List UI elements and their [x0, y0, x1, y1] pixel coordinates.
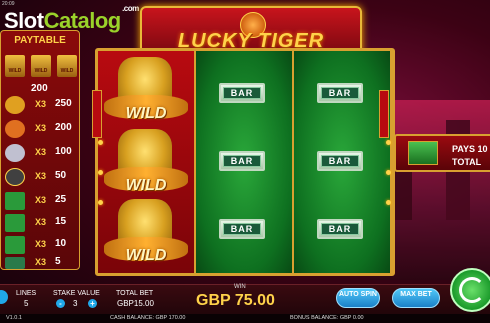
paytable-value: 10 [55, 238, 67, 249]
right-banner-post [379, 90, 389, 138]
lines-value: 5 [24, 299, 29, 308]
bar-label: BAR [321, 155, 359, 167]
stake-minus-button[interactable]: - [56, 299, 65, 308]
paytable-value: 250 [55, 98, 72, 109]
pays-text: PAYS 10 TOTAL [452, 143, 488, 169]
paytable-row: X3 50 [3, 167, 79, 187]
lines-label: LINES [16, 290, 37, 297]
lamp-icon [386, 140, 391, 145]
bar-symbol: BAR [317, 83, 363, 103]
lamp-icon [386, 170, 391, 175]
left-banner-post [92, 90, 102, 138]
paytable-multiplier: X3 [35, 123, 47, 133]
paytable-title: PAYTABLE [14, 35, 66, 46]
bar-label: BAR [321, 87, 359, 99]
cash-balance: CASH BALANCE: GBP 170.00 [110, 315, 186, 321]
max-bet-button[interactable]: MAX BET [392, 288, 440, 308]
bar-symbol: BAR [317, 219, 363, 239]
wild-label: WILD [125, 247, 167, 264]
tiger-icon [5, 120, 25, 138]
paytable-row: X3 15 [3, 213, 79, 233]
total-bet-label: TOTAL BET [116, 290, 154, 297]
win-info-panel: PAYS 10 TOTAL [394, 134, 490, 172]
wild-symbol: WILD [100, 197, 192, 269]
wild-symbol: WILD [100, 127, 192, 199]
bar-icon [5, 257, 25, 269]
lamp-icon [98, 140, 103, 145]
bar-label: BAR [223, 87, 261, 99]
footer: V1.0.1 CASH BALANCE: GBP 170.00 BONUS BA… [0, 314, 490, 323]
paytable-multiplier: X3 [35, 171, 47, 181]
paytable-value: 100 [55, 146, 72, 157]
bar-label: BAR [223, 155, 261, 167]
stake-label: STAKE VALUE [53, 290, 100, 297]
white-tiger-icon [5, 144, 25, 162]
version-label: V1.0.1 [6, 315, 22, 321]
cash-icon [5, 192, 25, 210]
paytable-row: X3 10 [3, 235, 79, 255]
pays-line1: PAYS 10 [452, 144, 488, 154]
spin-button[interactable] [450, 268, 490, 312]
bar-symbol: BAR [219, 83, 265, 103]
win-value: GBP 75.00 [196, 292, 275, 309]
coin-icon [5, 168, 25, 186]
lamp-icon [98, 200, 103, 205]
bar-label: BAR [223, 223, 261, 235]
paytable-multiplier: X3 [35, 217, 47, 227]
lamp-icon [386, 200, 391, 205]
paytable-value: 50 [55, 170, 67, 181]
reel-3: BAR BAR BAR [294, 51, 390, 273]
stake-value: 3 [73, 299, 78, 308]
paytable-value: 200 [55, 122, 72, 133]
reel-2: BAR BAR BAR [196, 51, 292, 273]
paytable-row: X3 5 [3, 253, 79, 273]
pays-line2: TOTAL [452, 157, 482, 167]
bar-label: BAR [321, 223, 359, 235]
cash-icon [5, 236, 25, 254]
spin-arrow-icon [459, 277, 485, 303]
paytable-multiplier: X3 [35, 99, 47, 109]
game-stage: 20:09 SlotCatalog .com LUCKY TIGER PAYTA… [0, 0, 490, 323]
paytable-value: 25 [55, 194, 67, 205]
bar-symbol: BAR [219, 219, 265, 239]
paytable-row: X3 100 [3, 143, 79, 163]
watermark-com: .com [122, 4, 139, 13]
paytable-wild-value: 200 [31, 83, 48, 94]
paytable-multiplier: X3 [35, 239, 47, 249]
paytable-wild-row: WILD WILD WILD [5, 55, 77, 77]
win-label: WIN [234, 284, 246, 290]
reel-1: WILD WILD WILD [98, 51, 194, 273]
clock: 20:09 [2, 1, 15, 7]
paytable-row: X3 250 [3, 95, 79, 115]
paytable-multiplier: X3 [35, 147, 47, 157]
cash-icon [5, 214, 25, 232]
paytable-multiplier: X3 [35, 257, 47, 267]
stake-plus-button[interactable]: + [88, 299, 97, 308]
wild-line-icon [408, 141, 438, 165]
lamp-icon [98, 170, 103, 175]
monk-icon [5, 96, 25, 114]
bar-symbol: BAR [219, 151, 265, 171]
paytable-row: X3 25 [3, 191, 79, 211]
paytable-panel: PAYTABLE WILD WILD WILD 200 X3 250 X3 20… [0, 30, 80, 270]
paytable-value: 5 [55, 256, 61, 267]
total-bet-value: GBP15.00 [117, 299, 154, 308]
bar-symbol: BAR [317, 151, 363, 171]
bonus-balance: BONUS BALANCE: GBP 0.00 [290, 315, 364, 321]
paytable-value: 15 [55, 216, 67, 227]
wild-label: WILD [125, 105, 167, 122]
wild-mini-icon: WILD [57, 55, 77, 77]
paytable-row: X3 200 [3, 119, 79, 139]
wild-mini-icon: WILD [5, 55, 25, 77]
auto-spin-button[interactable]: AUTO SPIN [336, 288, 380, 308]
wild-mini-icon: WILD [31, 55, 51, 77]
wild-label: WILD [125, 177, 167, 194]
reels-frame: WILD WILD WILD BAR BAR BAR BAR BAR BAR [95, 48, 395, 276]
paytable-multiplier: X3 [35, 195, 47, 205]
wild-symbol: WILD [100, 55, 192, 127]
